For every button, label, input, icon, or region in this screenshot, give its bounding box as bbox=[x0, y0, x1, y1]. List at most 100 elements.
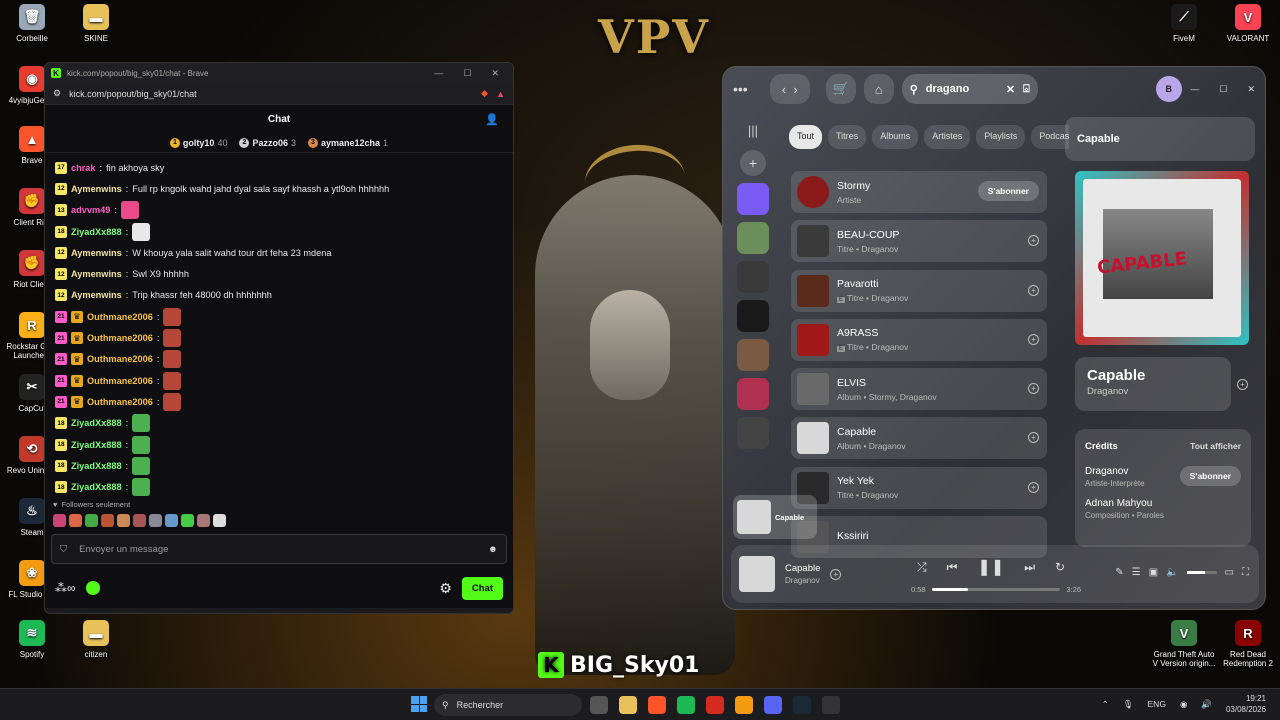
leader-entry[interactable]: 2 Pazzo06 3 bbox=[239, 137, 296, 148]
emote-shortcut[interactable] bbox=[149, 513, 162, 527]
chat-username[interactable]: Outhmane2006 bbox=[87, 312, 153, 322]
chat-message[interactable]: 21 ♛ Outhmane2006: bbox=[55, 306, 503, 327]
add-icon[interactable]: + bbox=[1028, 432, 1039, 444]
emote-shortcut[interactable] bbox=[53, 513, 66, 527]
maximize-icon[interactable]: ☐ bbox=[1219, 84, 1227, 95]
chat-username[interactable]: Aymenwins bbox=[71, 248, 122, 258]
previous-icon[interactable]: ⏮ bbox=[947, 560, 958, 575]
result-title[interactable]: Capable bbox=[837, 426, 906, 438]
create-playlist-icon[interactable]: + bbox=[740, 150, 766, 176]
emote-shortcut[interactable] bbox=[213, 513, 226, 527]
mini-now-playing[interactable]: Capable bbox=[733, 495, 817, 539]
filter-chip[interactable]: Artistes bbox=[924, 125, 971, 149]
repeat-icon[interactable]: ↻ bbox=[1055, 560, 1065, 574]
volume-slider[interactable] bbox=[1186, 571, 1217, 574]
more-menu-icon[interactable]: ••• bbox=[733, 81, 748, 97]
show-all-link[interactable]: Tout afficher bbox=[1190, 441, 1241, 452]
clock[interactable]: 19:21 03/08/2026 bbox=[1226, 693, 1266, 715]
minimize-icon[interactable]: — bbox=[1190, 84, 1199, 95]
show-hidden-icons-icon[interactable]: ⌃ bbox=[1102, 699, 1109, 710]
site-settings-icon[interactable]: ⚙ bbox=[53, 88, 61, 99]
add-icon[interactable]: + bbox=[1028, 284, 1039, 296]
result-title[interactable]: Stormy bbox=[837, 180, 870, 192]
chat-message[interactable]: 18 ZiyadXx888: bbox=[55, 434, 503, 455]
library-item[interactable] bbox=[737, 300, 769, 332]
chat-username[interactable]: Aymenwins bbox=[71, 269, 122, 279]
desktop-icon[interactable]: 🗑 Corbeille bbox=[0, 4, 64, 43]
library-item[interactable] bbox=[737, 417, 769, 449]
chat-message[interactable]: 12 Aymenwins: Full rp kngolk wahd jahd dya… bbox=[55, 178, 503, 199]
result-title[interactable]: Pavarotti bbox=[837, 278, 908, 290]
chat-username[interactable]: Outhmane2006 bbox=[87, 333, 153, 343]
chat-input[interactable]: ⛉ Envoyer un message ☻ bbox=[51, 534, 507, 564]
search-input[interactable]: ⚲ dragano ✕ ⌺ bbox=[901, 74, 1038, 104]
chat-username[interactable]: ZiyadXx888 bbox=[71, 461, 122, 471]
chat-message[interactable]: 18 ZiyadXx888: bbox=[55, 413, 503, 434]
library-icon[interactable]: ||| bbox=[748, 117, 758, 143]
connect-device-icon[interactable]: ▣ bbox=[1149, 567, 1158, 578]
profile-avatar[interactable]: B bbox=[1155, 76, 1182, 102]
desktop-icon[interactable]: ⟋ FiveM bbox=[1152, 4, 1216, 43]
browse-icon[interactable]: ⌺ bbox=[1023, 83, 1030, 96]
recent-emotes[interactable] bbox=[45, 510, 513, 530]
result-title[interactable]: Kssiriri bbox=[837, 530, 869, 542]
lyrics-icon[interactable]: ✎ bbox=[1115, 567, 1123, 578]
search-result[interactable]: Pavarotti E Titre • Draganov + bbox=[791, 269, 1047, 312]
add-icon[interactable]: + bbox=[1028, 333, 1039, 345]
back-arrow-icon[interactable]: ‹ bbox=[782, 82, 786, 97]
search-result[interactable]: A9RASS E Titre • Draganov + bbox=[791, 318, 1047, 361]
emoji-picker-icon[interactable]: ☻ bbox=[488, 544, 498, 555]
filter-chip[interactable]: Tout bbox=[789, 125, 823, 149]
add-to-library-icon[interactable]: + bbox=[1237, 379, 1248, 390]
obs-icon[interactable] bbox=[822, 696, 840, 714]
track-title[interactable]: Capable bbox=[1087, 367, 1219, 384]
address-bar[interactable]: ⚙ kick.com/popout/big_sky01/chat ◆ ▲ bbox=[45, 83, 513, 105]
next-icon[interactable]: ⏭ bbox=[1024, 560, 1035, 575]
user-settings-icon[interactable]: 👤 bbox=[485, 113, 499, 126]
chat-username[interactable]: Outhmane2006 bbox=[87, 376, 153, 386]
search-value[interactable]: dragano bbox=[926, 83, 969, 95]
emote-shortcut[interactable] bbox=[181, 513, 194, 527]
chat-messages[interactable]: 17 chrak: fin akhoya sky 12 Aymenwins: Full r… bbox=[45, 153, 513, 498]
search-result[interactable]: ELVIS Album • Stormy, Draganov + bbox=[791, 368, 1047, 411]
chat-username[interactable]: ZiyadXx888 bbox=[71, 418, 122, 428]
result-title[interactable]: ELVIS bbox=[837, 377, 937, 389]
library-item[interactable] bbox=[737, 222, 769, 254]
home-icon[interactable]: ⌂ bbox=[863, 74, 894, 104]
add-icon[interactable]: + bbox=[1028, 383, 1039, 395]
track-artist[interactable]: Draganov bbox=[1087, 386, 1219, 397]
search-result[interactable]: Yek Yek Titre • Draganov + bbox=[791, 466, 1047, 509]
kick-emote-icon[interactable] bbox=[85, 581, 100, 595]
miniplayer-icon[interactable]: ▭ bbox=[1225, 567, 1234, 578]
chat-username[interactable]: Aymenwins bbox=[71, 184, 122, 194]
shuffle-icon[interactable]: ⤮ bbox=[917, 560, 927, 575]
now-playing-artist[interactable]: Draganov bbox=[785, 576, 820, 585]
library-item[interactable] bbox=[737, 378, 769, 410]
emote-shortcut[interactable] bbox=[69, 513, 82, 527]
now-playing-title[interactable]: Capable bbox=[785, 563, 820, 574]
chat-username[interactable]: ZiyadXx888 bbox=[71, 440, 122, 450]
chat-username[interactable]: ZiyadXx888 bbox=[71, 482, 122, 492]
chat-username[interactable]: Outhmane2006 bbox=[87, 354, 153, 364]
emote-shortcut[interactable] bbox=[85, 513, 98, 527]
add-to-library-icon[interactable]: + bbox=[830, 568, 842, 580]
file-explorer-icon[interactable] bbox=[590, 696, 608, 714]
leader-entry[interactable]: 1 golty10 40 bbox=[169, 137, 227, 148]
add-icon[interactable]: + bbox=[1028, 481, 1039, 493]
start-button[interactable] bbox=[411, 696, 427, 712]
filter-chip[interactable]: Titres bbox=[828, 125, 867, 149]
emote-shortcut[interactable] bbox=[197, 513, 210, 527]
filter-chip[interactable]: Podcasts bbox=[1031, 125, 1069, 149]
result-title[interactable]: Yek Yek bbox=[837, 475, 898, 487]
subscribe-button[interactable]: S'abonner bbox=[1179, 466, 1241, 486]
close-icon[interactable]: ✕ bbox=[491, 68, 499, 79]
add-icon[interactable]: + bbox=[1028, 235, 1039, 247]
points-icon[interactable]: ⁂∞ bbox=[55, 581, 76, 595]
chat-message[interactable]: 21 ♛ Outhmane2006: bbox=[55, 349, 503, 370]
result-title[interactable]: BEAU-COUP bbox=[837, 229, 899, 241]
send-chat-button[interactable]: Chat bbox=[461, 576, 503, 600]
url-text[interactable]: kick.com/popout/big_sky01/chat bbox=[69, 89, 197, 99]
brave-shields-icon[interactable]: ◆ bbox=[481, 88, 488, 99]
credit-name[interactable]: Adnan Mahyou bbox=[1085, 498, 1241, 509]
chat-username[interactable]: ZiyadXx888 bbox=[71, 227, 122, 237]
